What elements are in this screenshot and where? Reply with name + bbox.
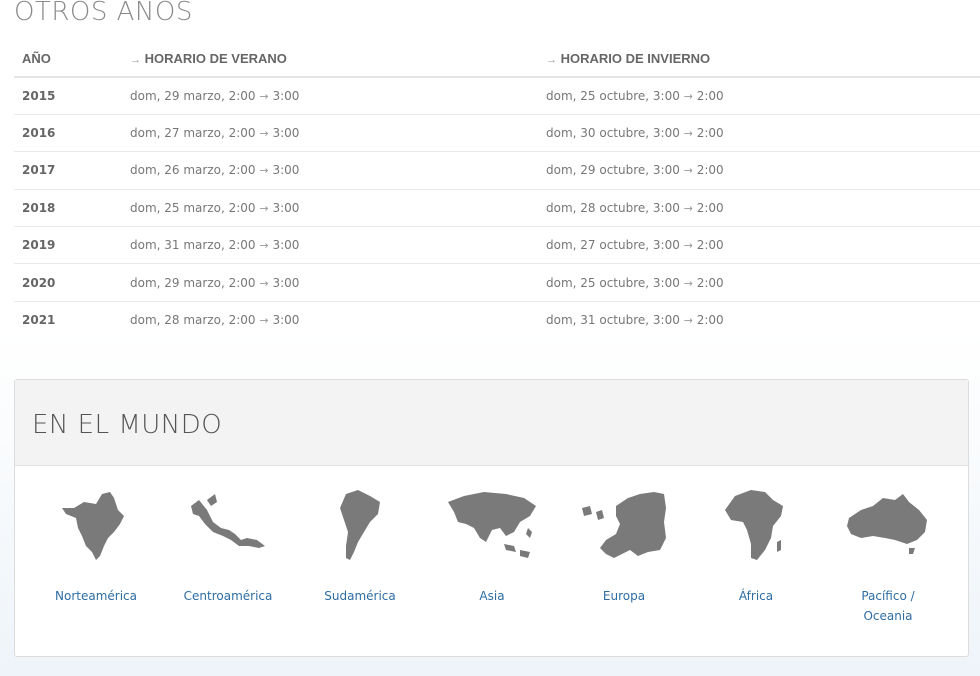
region-label[interactable]: Norteamérica [31, 586, 161, 606]
summer-cell: dom, 29 marzo, 2:00 → 3:00 [122, 263, 538, 302]
region-label[interactable]: Centroamérica [163, 586, 293, 606]
year-cell: 2019 [14, 226, 122, 265]
arrow-icon: → [683, 276, 693, 290]
year-column-header: AÑO [14, 40, 122, 78]
asia-map-icon [448, 492, 536, 558]
summer-cell: dom, 31 marzo, 2:00 → 3:00 [122, 226, 538, 265]
summer-cell: dom, 25 marzo, 2:00 → 3:00 [122, 189, 538, 228]
regions-list: Norteamérica Centroamérica Sudamérica As… [15, 466, 968, 656]
table-row: 2015 dom, 29 marzo, 2:00 → 3:00 dom, 25 … [14, 77, 980, 115]
year-cell: 2021 [22, 313, 56, 328]
table-row: 2017 dom, 26 marzo, 2:00 → 3:00 dom, 29 … [14, 151, 980, 190]
arrow-icon: → [259, 89, 269, 103]
arrow-icon: → [259, 314, 269, 328]
summer-cell: dom, 26 marzo, 2:00 → 3:00 [122, 151, 538, 190]
summer-cell: dom, 28 marzo, 2:00 → 3:00 [130, 313, 300, 328]
region-link-south-america[interactable]: Sudamérica [295, 488, 425, 606]
other-years-title: OTROS AÑOS [14, 0, 193, 27]
region-link-oceania[interactable]: Pacífico / Oceania [823, 488, 953, 626]
world-panel: EN EL MUNDO Norteamérica Centroamérica S… [14, 379, 969, 657]
arrow-icon: → [683, 314, 693, 328]
arrow-icon: → [683, 89, 693, 103]
region-label[interactable]: Sudamérica [295, 586, 425, 606]
region-label[interactable]: África [691, 586, 821, 606]
region-label[interactable]: Pacífico / Oceania [823, 586, 953, 626]
summer-cell: dom, 27 marzo, 2:00 → 3:00 [122, 114, 538, 153]
winter-column-header: → HORARIO DE INVIERNO [538, 40, 980, 78]
table-row: 2016 dom, 27 marzo, 2:00 → 3:00 dom, 30 … [14, 114, 980, 153]
table-row: 2018 dom, 25 marzo, 2:00 → 3:00 dom, 28 … [14, 189, 980, 228]
south-america-map-icon [340, 490, 380, 560]
winter-cell: dom, 25 octubre, 3:00 → 2:00 [538, 77, 980, 115]
arrow-icon: → [259, 164, 269, 178]
year-cell: 2020 [14, 263, 122, 302]
table-row: 2020 dom, 29 marzo, 2:00 → 3:00 dom, 25 … [14, 263, 980, 302]
dst-years-table: AÑO → HORARIO DE VERANO → HORARIO DE INV… [14, 40, 980, 339]
year-cell: 2017 [14, 151, 122, 190]
region-link-north-america[interactable]: Norteamérica [31, 488, 161, 606]
arrow-icon: → [546, 53, 557, 66]
winter-cell: dom, 29 octubre, 3:00 → 2:00 [538, 151, 980, 190]
arrow-icon: → [683, 239, 693, 253]
region-label[interactable]: Europa [559, 586, 689, 606]
table-header-row: AÑO → HORARIO DE VERANO → HORARIO DE INV… [14, 40, 980, 78]
winter-cell: dom, 30 octubre, 3:00 → 2:00 [538, 114, 980, 153]
winter-cell: dom, 28 octubre, 3:00 → 2:00 [538, 189, 980, 228]
europe-map-icon [582, 492, 666, 558]
world-title: EN EL MUNDO [32, 410, 223, 440]
oceania-map-icon [847, 494, 927, 554]
winter-cell: dom, 25 octubre, 3:00 → 2:00 [538, 263, 980, 302]
region-label[interactable]: Asia [427, 586, 557, 606]
winter-cell: dom, 27 octubre, 3:00 → 2:00 [538, 226, 980, 265]
arrow-icon: → [683, 164, 693, 178]
region-link-europe[interactable]: Europa [559, 488, 689, 606]
region-link-central-america[interactable]: Centroamérica [163, 488, 293, 606]
africa-map-icon [725, 490, 783, 560]
region-link-africa[interactable]: África [691, 488, 821, 606]
year-cell: 2016 [14, 114, 122, 153]
winter-cell: dom, 31 octubre, 3:00 → 2:00 [546, 313, 724, 328]
arrow-icon: → [259, 276, 269, 290]
year-cell: 2018 [14, 189, 122, 228]
north-america-map-icon [62, 492, 124, 560]
arrow-icon: → [259, 201, 269, 215]
arrow-icon: → [683, 201, 693, 215]
table-row: 2019 dom, 31 marzo, 2:00 → 3:00 dom, 27 … [14, 226, 980, 265]
central-america-map-icon [191, 494, 265, 548]
arrow-icon: → [130, 53, 141, 66]
region-link-asia[interactable]: Asia [427, 488, 557, 606]
table-row: 2021 dom, 28 marzo, 2:00 → 3:00 dom, 31 … [14, 301, 980, 338]
summer-column-header: → HORARIO DE VERANO [122, 40, 538, 78]
year-cell: 2015 [14, 77, 122, 115]
arrow-icon: → [683, 127, 693, 141]
world-panel-header: EN EL MUNDO [15, 380, 968, 466]
arrow-icon: → [259, 127, 269, 141]
arrow-icon: → [259, 239, 269, 253]
summer-cell: dom, 29 marzo, 2:00 → 3:00 [122, 77, 538, 115]
